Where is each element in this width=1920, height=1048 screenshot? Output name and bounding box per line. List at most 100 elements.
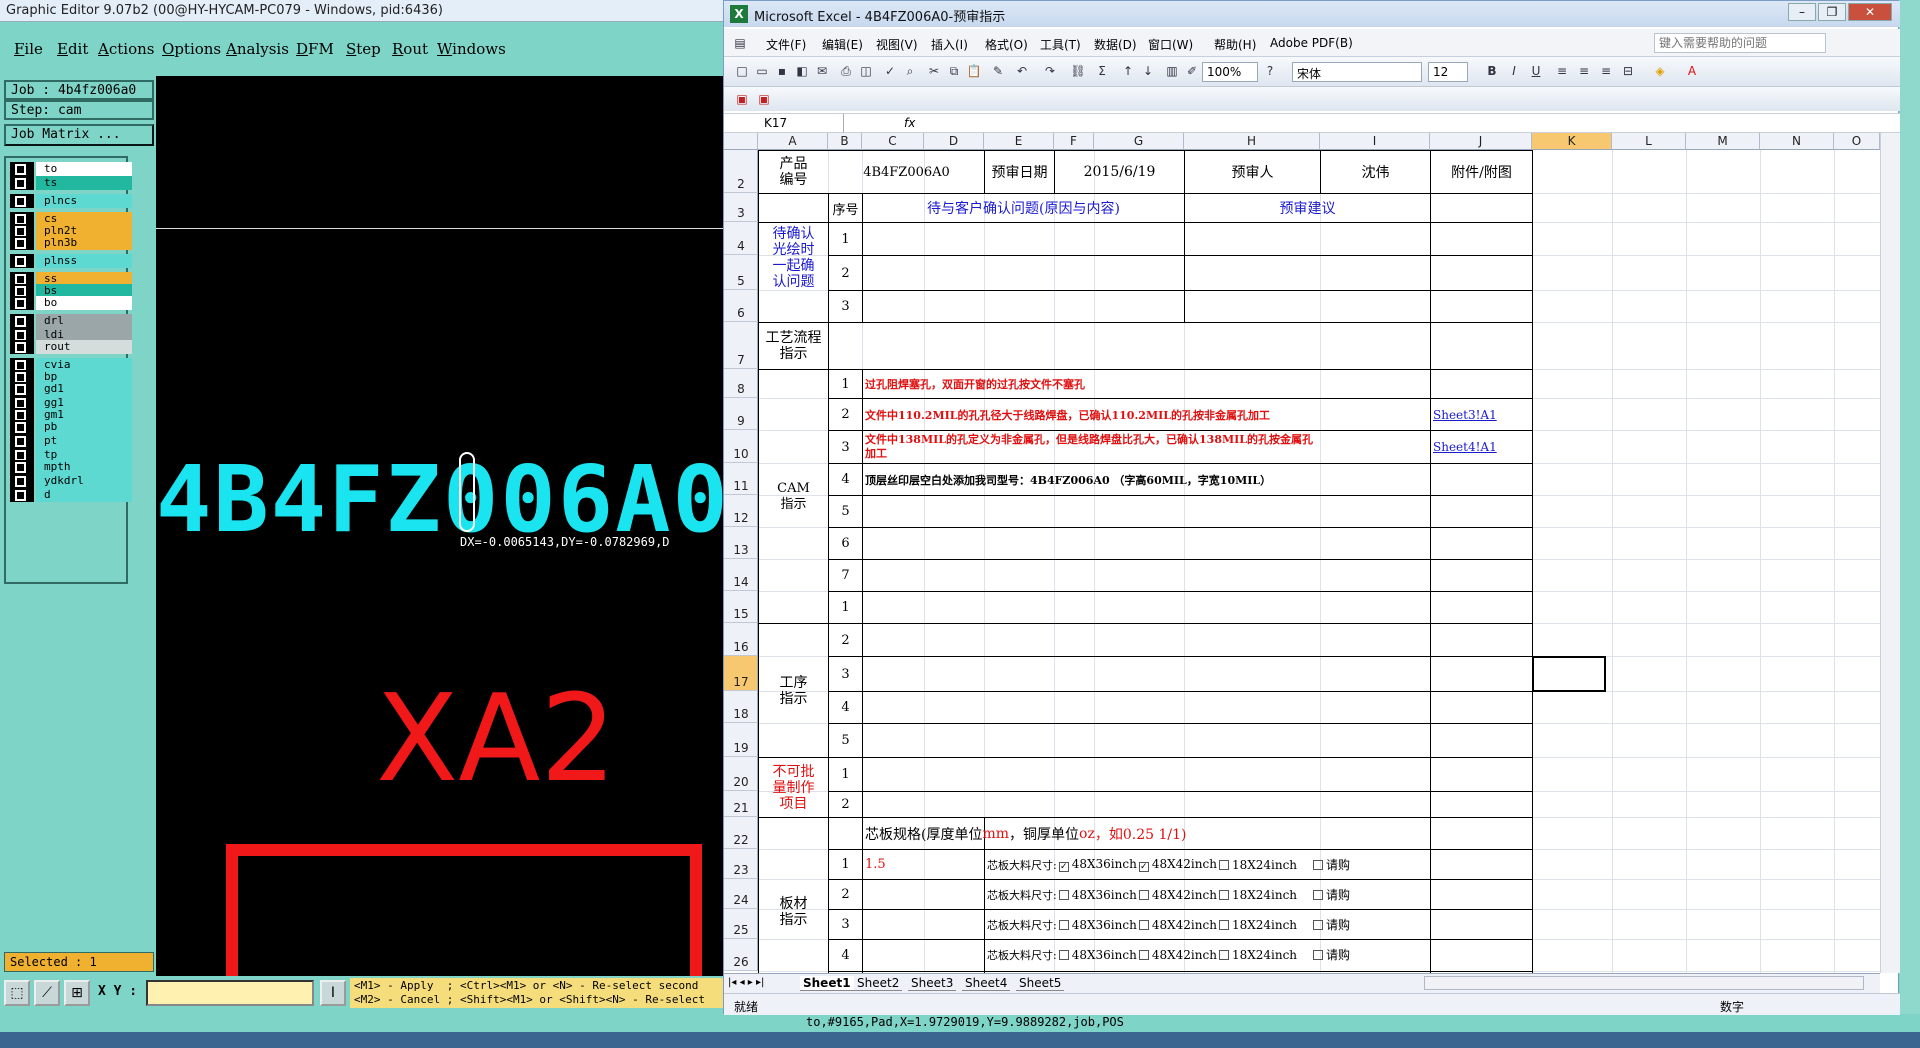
layer-checkbox[interactable]: [10, 460, 34, 474]
layer-name[interactable]: to: [36, 162, 132, 176]
mail-icon[interactable]: ✉: [814, 63, 830, 79]
core-spec-cell[interactable]: 芯板规格(厚度单位 mm ，铜厚单位 oz ，如0.25 1/1): [863, 818, 1532, 849]
layer-checkbox[interactable]: [10, 382, 34, 396]
layer-checkbox[interactable]: [10, 474, 34, 488]
row-header[interactable]: 16: [724, 623, 758, 656]
row-header[interactable]: 7: [724, 322, 758, 369]
seq-cell[interactable]: 3: [829, 657, 862, 691]
fx-icon[interactable]: fx: [904, 116, 915, 130]
info-icon[interactable]: I: [320, 980, 346, 1006]
checkbox[interactable]: [1058, 919, 1069, 930]
print-icon[interactable]: ⎙: [838, 63, 854, 79]
product-label-cell[interactable]: 产品 编号: [759, 151, 828, 193]
core-size-option[interactable]: 48X36inch: [1058, 918, 1137, 932]
core-size-option[interactable]: 18X24inch: [1218, 948, 1297, 962]
seq-cell[interactable]: 2: [829, 624, 862, 656]
menu-view[interactable]: 视图(V): [876, 36, 918, 53]
layer-checkbox[interactable]: [10, 314, 34, 328]
xy-input[interactable]: [146, 980, 314, 1006]
sort-desc-icon[interactable]: ↓: [1140, 63, 1156, 79]
column-header[interactable]: C: [862, 133, 924, 150]
restore-icon[interactable]: ❐: [1818, 3, 1846, 21]
seq-cell[interactable]: 4: [829, 692, 862, 723]
ge-menu-step[interactable]: Step: [346, 40, 381, 58]
merge-icon[interactable]: ⊟: [1620, 63, 1636, 79]
checkbox[interactable]: [1313, 860, 1324, 870]
layer-row[interactable]: ts: [10, 176, 132, 190]
pdf-mail-icon[interactable]: ▣: [756, 91, 772, 107]
menu-file[interactable]: 文件(F): [766, 36, 806, 53]
tab-sheet5[interactable]: Sheet5: [1016, 976, 1065, 991]
new-icon[interactable]: □: [734, 63, 750, 79]
seq-cell[interactable]: 1: [829, 758, 862, 791]
proc-label-cell[interactable]: 工序 指示: [759, 624, 828, 757]
layer-row[interactable]: pt: [10, 434, 132, 448]
seq-cell[interactable]: 2: [829, 399, 862, 430]
checkbox[interactable]: [1218, 919, 1229, 930]
core-size-option[interactable]: 48X42inch: [1138, 918, 1217, 932]
column-header[interactable]: D: [924, 133, 984, 150]
save-icon[interactable]: ▪: [774, 63, 790, 79]
row-header[interactable]: 8: [724, 369, 758, 398]
layer-name[interactable]: ydkdrl: [36, 474, 132, 488]
seq-label-cell[interactable]: 序号: [829, 194, 862, 222]
column-header[interactable]: M: [1686, 133, 1760, 150]
reviewer-label-cell[interactable]: 预审人: [1185, 151, 1320, 193]
row-header[interactable]: 5: [724, 255, 758, 290]
help-icon[interactable]: ?: [1262, 63, 1278, 79]
row-header[interactable]: 25: [724, 909, 758, 939]
layer-name[interactable]: pb: [36, 420, 132, 434]
close-icon[interactable]: ✕: [1848, 3, 1892, 21]
tab-sheet1[interactable]: Sheet1: [800, 976, 854, 991]
core-size-option[interactable]: 请购: [1313, 856, 1350, 873]
checkbox[interactable]: [1138, 949, 1149, 960]
layer-name[interactable]: mpth: [36, 460, 132, 474]
layer-row[interactable]: rout: [10, 340, 132, 354]
attachment-label-cell[interactable]: 附件/附图: [1431, 151, 1532, 193]
column-header[interactable]: K: [1532, 133, 1612, 150]
layer-name[interactable]: pt: [36, 434, 132, 448]
core-size-option[interactable]: 请购: [1313, 946, 1350, 963]
row-header[interactable]: 15: [724, 591, 758, 623]
layer-name[interactable]: bo: [36, 296, 132, 310]
layer-row[interactable]: gd1: [10, 382, 132, 396]
column-header[interactable]: H: [1184, 133, 1320, 150]
seq-cell[interactable]: 3: [829, 910, 862, 939]
column-header[interactable]: E: [984, 133, 1054, 150]
layer-row[interactable]: pb: [10, 420, 132, 434]
layer-name[interactable]: rout: [36, 340, 132, 354]
tab-sheet3[interactable]: Sheet3: [908, 976, 957, 991]
menu-tools[interactable]: 工具(T): [1040, 36, 1081, 53]
seq-cell[interactable]: 1: [829, 370, 862, 398]
layer-row[interactable]: pln3b: [10, 236, 132, 250]
seq-cell[interactable]: 5: [829, 724, 862, 757]
checkbox[interactable]: [1313, 890, 1324, 900]
ge-menu-windows[interactable]: Windows: [437, 40, 506, 58]
cam-item-4[interactable]: 顶层丝印层空白处添加我司型号：4B4FZ006A0 （字高60MIL，字宽10M…: [863, 464, 1430, 495]
core-size-option[interactable]: 18X24inch: [1218, 918, 1297, 932]
menu-window[interactable]: 窗口(W): [1148, 36, 1193, 53]
horizontal-scrollbar[interactable]: [1424, 976, 1864, 990]
layer-row[interactable]: ydkdrl: [10, 474, 132, 488]
core-size-option[interactable]: 18X24inch: [1218, 858, 1297, 872]
seq-cell[interactable]: 2: [829, 880, 862, 909]
core-size-option[interactable]: 请购: [1313, 916, 1350, 933]
row-header[interactable]: 23: [724, 849, 758, 879]
layer-row[interactable]: plncs: [10, 194, 132, 208]
hyperlink-icon[interactable]: ⛓: [1070, 63, 1086, 79]
checkbox[interactable]: ✓: [1138, 862, 1149, 872]
job-matrix-button[interactable]: Job Matrix ...: [4, 124, 154, 146]
select-all-corner[interactable]: [724, 133, 758, 150]
layer-name[interactable]: drl: [36, 314, 132, 328]
core-size-row[interactable]: 芯板大料尺寸: ✓ 48X36inch ✓ 48X42inch 18X24inch 请购: [985, 850, 1532, 879]
core-size-option[interactable]: 48X36inch: [1058, 888, 1137, 902]
column-header[interactable]: G: [1094, 133, 1184, 150]
row-header[interactable]: 2: [724, 150, 758, 193]
product-no-cell[interactable]: 4B4FZ006A0: [829, 151, 984, 193]
seq-cell[interactable]: 1: [829, 850, 862, 879]
layer-checkbox[interactable]: [10, 254, 34, 268]
paste-icon[interactable]: 📋: [966, 63, 982, 79]
review-date-label-cell[interactable]: 预审日期: [985, 151, 1054, 193]
layer-checkbox[interactable]: [10, 434, 34, 448]
checkbox[interactable]: [1313, 920, 1324, 930]
